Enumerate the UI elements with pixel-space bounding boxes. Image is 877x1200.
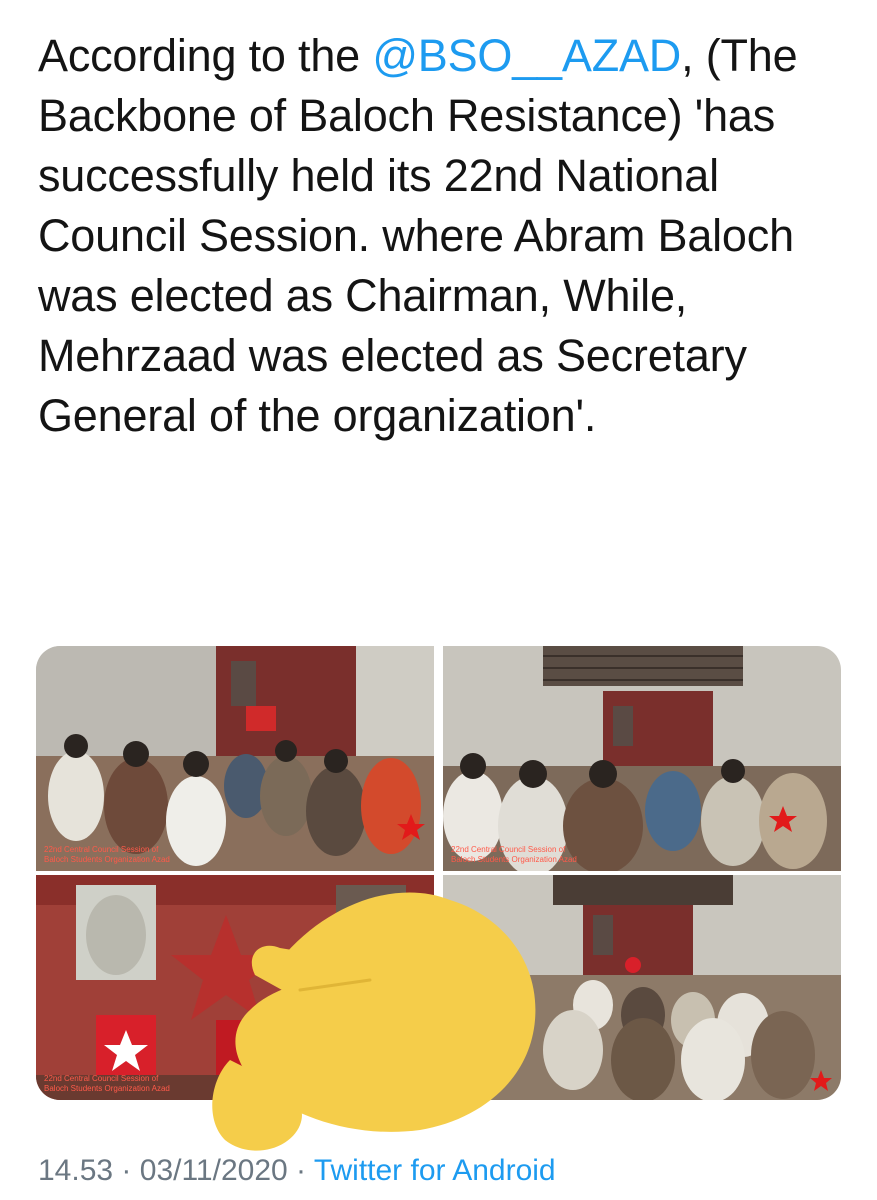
photo-2-caption: 22nd Central Council Session of Baloch S… — [451, 845, 621, 865]
tweet-text-intro: According to the — [38, 30, 373, 81]
photo-1-caption-line1: 22nd Central Council Session of — [44, 845, 159, 854]
photo-1[interactable]: 22nd Central Council Session of Baloch S… — [36, 646, 434, 871]
photo-4[interactable] — [443, 875, 841, 1100]
photo-2-image — [443, 646, 841, 871]
media-grid: 22nd Central Council Session of Baloch S… — [36, 646, 841, 1100]
photo-1-image — [36, 646, 434, 871]
photo-1-caption-line2: Baloch Students Organization Azad — [44, 855, 170, 864]
meta-separator-2: · — [296, 1154, 307, 1187]
tweet-date[interactable]: 03/11/2020 — [140, 1154, 288, 1187]
photo-3[interactable]: 22nd Central Council Session of Baloch S… — [36, 875, 434, 1100]
photo-3-caption: 22nd Central Council Session of Baloch S… — [44, 1074, 214, 1094]
photo-2-caption-line2: Baloch Students Organization Azad — [451, 855, 577, 864]
photo-3-image — [36, 875, 434, 1100]
photo-3-caption-line2: Baloch Students Organization Azad — [44, 1084, 170, 1093]
photo-2-caption-line1: 22nd Central Council Session of — [451, 845, 566, 854]
photo-3-caption-line1: 22nd Central Council Session of — [44, 1074, 159, 1083]
photo-1-caption: 22nd Central Council Session of Baloch S… — [44, 845, 214, 865]
photo-2[interactable]: 22nd Central Council Session of Baloch S… — [443, 646, 841, 871]
tweet-time[interactable]: 14.53 — [38, 1154, 113, 1187]
tweet-text-body: , (The Backbone of Baloch Resistance) 'h… — [38, 30, 798, 441]
mention-link[interactable]: @BSO__AZAD — [372, 30, 681, 81]
tweet-meta: 14.53 · 03/11/2020 · Twitter for Android — [38, 1154, 556, 1188]
tweet-client-link[interactable]: Twitter for Android — [314, 1154, 556, 1187]
meta-separator-1: · — [121, 1154, 132, 1187]
tweet-text: According to the @BSO__AZAD, (The Backbo… — [38, 26, 848, 446]
photo-4-image — [443, 875, 841, 1100]
